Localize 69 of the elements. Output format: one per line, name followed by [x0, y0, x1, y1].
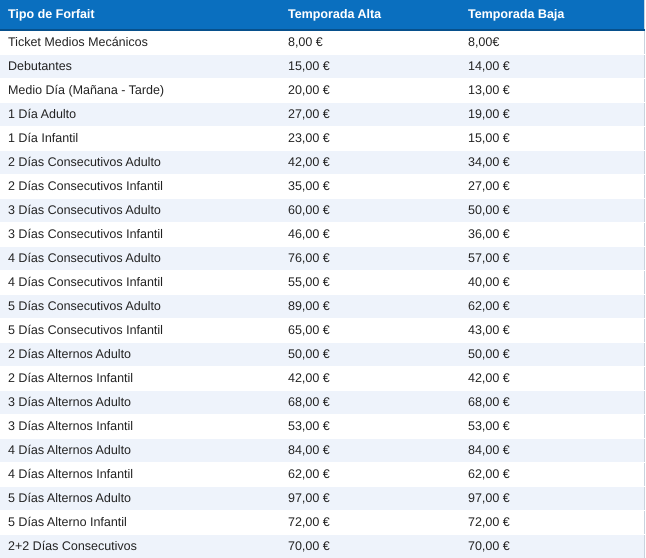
- table-cell: 27,00 €: [460, 174, 644, 198]
- table-cell: 97,00 €: [280, 486, 460, 510]
- column-header: Temporada Alta: [280, 0, 460, 30]
- table-cell: 1 Día Infantil: [0, 126, 280, 150]
- table-cell: 35,00 €: [280, 174, 460, 198]
- table-cell: Medio Día (Mañana - Tarde): [0, 78, 280, 102]
- table-cell: 42,00 €: [280, 366, 460, 390]
- table-cell: 55,00 €: [280, 270, 460, 294]
- table-cell: 27,00 €: [280, 102, 460, 126]
- table-cell: 53,00 €: [280, 414, 460, 438]
- table-cell: 4 Días Consecutivos Infantil: [0, 270, 280, 294]
- table-cell: 68,00 €: [460, 390, 644, 414]
- table-cell: 2+2 Días Consecutivos: [0, 534, 280, 558]
- table-cell: 2 Días Alternos Infantil: [0, 366, 280, 390]
- table-cell: 13,00 €: [460, 78, 644, 102]
- column-header: Temporada Baja: [460, 0, 644, 30]
- table-cell: 72,00 €: [460, 510, 644, 534]
- table-cell: 72,00 €: [280, 510, 460, 534]
- table-cell: 8,00€: [460, 30, 644, 54]
- table-cell: 42,00 €: [280, 150, 460, 174]
- table-cell: 70,00 €: [460, 534, 644, 558]
- table-cell: 50,00 €: [460, 198, 644, 222]
- table-cell: 3 Días Alternos Infantil: [0, 414, 280, 438]
- table-cell: 62,00 €: [280, 462, 460, 486]
- table-cell: 20,00 €: [280, 78, 460, 102]
- table-cell: 5 Días Alternos Adulto: [0, 486, 280, 510]
- table-cell: 8,00 €: [280, 30, 460, 54]
- table-cell: 3 Días Consecutivos Infantil: [0, 222, 280, 246]
- table-cell: 34,00 €: [460, 150, 644, 174]
- table-cell: 42,00 €: [460, 366, 644, 390]
- table-cell: 5 Días Alterno Infantil: [0, 510, 280, 534]
- table-cell: 3 Días Consecutivos Adulto: [0, 198, 280, 222]
- table-cell: 5 Días Consecutivos Infantil: [0, 318, 280, 342]
- table-cell: 23,00 €: [280, 126, 460, 150]
- table-cell: 60,00 €: [280, 198, 460, 222]
- table-cell: 68,00 €: [280, 390, 460, 414]
- table-cell: 97,00 €: [460, 486, 644, 510]
- table-cell: 19,00 €: [460, 102, 644, 126]
- table-cell: 3 Días Alternos Adulto: [0, 390, 280, 414]
- table-cell: 4 Días Consecutivos Adulto: [0, 246, 280, 270]
- table-cell: 50,00 €: [460, 342, 644, 366]
- table-cell: 84,00 €: [280, 438, 460, 462]
- table-cell: 62,00 €: [460, 294, 644, 318]
- table-cell: 15,00 €: [280, 54, 460, 78]
- column-header: Tipo de Forfait: [0, 0, 280, 30]
- table-cell: 40,00 €: [460, 270, 644, 294]
- table-cell: 50,00 €: [280, 342, 460, 366]
- table-cell: 65,00 €: [280, 318, 460, 342]
- table-cell: 2 Días Alternos Adulto: [0, 342, 280, 366]
- table-cell: 84,00 €: [460, 438, 644, 462]
- table-cell: 2 Días Consecutivos Adulto: [0, 150, 280, 174]
- table-cell: 70,00 €: [280, 534, 460, 558]
- table-cell: 4 Días Alternos Infantil: [0, 462, 280, 486]
- table-cell: 36,00 €: [460, 222, 644, 246]
- table-cell: 4 Días Alternos Adulto: [0, 438, 280, 462]
- table-cell: 89,00 €: [280, 294, 460, 318]
- table-cell: Ticket Medios Mecánicos: [0, 30, 280, 54]
- table-cell: 2 Días Consecutivos Infantil: [0, 174, 280, 198]
- table-cell: 15,00 €: [460, 126, 644, 150]
- table-cell: Debutantes: [0, 54, 280, 78]
- table-cell: 1 Día Adulto: [0, 102, 280, 126]
- table-cell: 43,00 €: [460, 318, 644, 342]
- table-cell: 53,00 €: [460, 414, 644, 438]
- table-cell: 62,00 €: [460, 462, 644, 486]
- table-cell: 46,00 €: [280, 222, 460, 246]
- table-cell: 76,00 €: [280, 246, 460, 270]
- table-cell: 5 Días Consecutivos Adulto: [0, 294, 280, 318]
- table-cell: 14,00 €: [460, 54, 644, 78]
- table-cell: 57,00 €: [460, 246, 644, 270]
